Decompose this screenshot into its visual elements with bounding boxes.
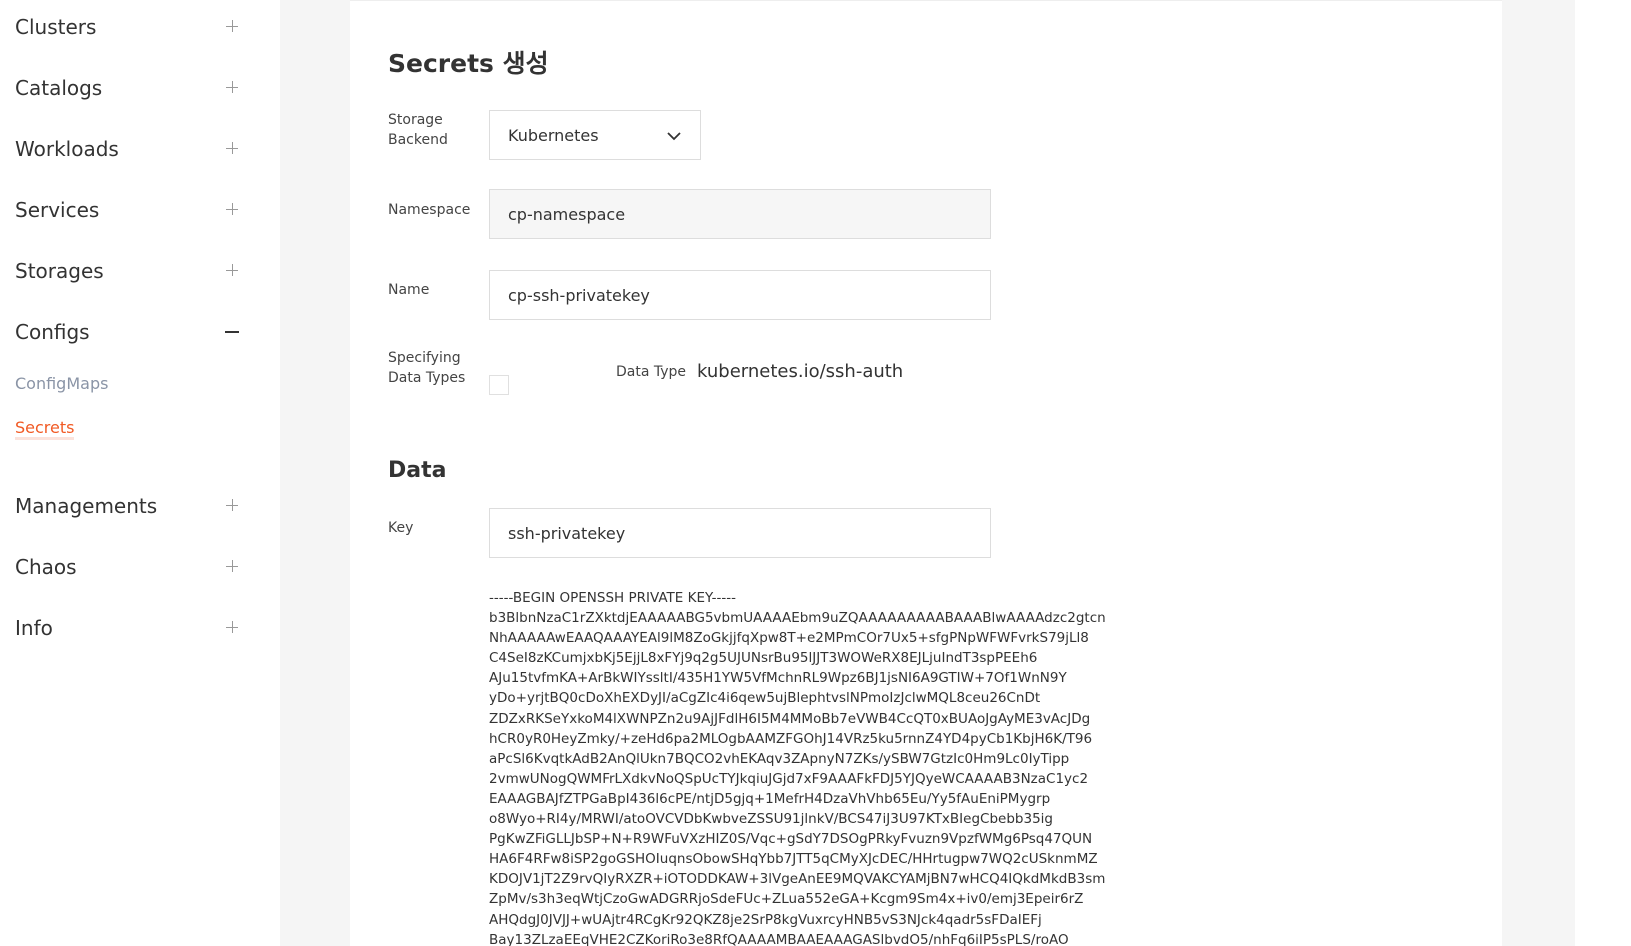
sidebar-item-label: Storages [15,259,104,283]
plus-icon[interactable] [224,263,240,279]
storage-backend-select[interactable]: Kubernetes [489,110,701,160]
specifying-label-line2: Data Types [388,370,466,386]
chevron-down-icon [666,126,682,145]
sidebar-subitem-configmaps[interactable]: ConfigMaps [15,374,108,393]
plus-icon[interactable] [224,620,240,636]
sidebar-item-label: Info [15,616,53,640]
sidebar-item-label: Managements [15,494,158,518]
minus-icon[interactable] [224,324,240,340]
sidebar-subitem-secrets[interactable]: Secrets [15,418,75,440]
data-type-value: kubernetes.io/ssh-auth [697,361,904,382]
name-field[interactable]: cp-ssh-privatekey [489,270,991,320]
secret-value-textarea[interactable]: -----BEGIN OPENSSH PRIVATE KEY----- b3Bl… [489,588,1129,946]
specifying-data-types-label: Specifying Data Types [388,348,465,388]
storage-backend-value: Kubernetes [508,125,599,145]
key-label: Key [388,520,414,536]
page-title: Secrets 생성 [388,49,549,78]
sidebar-item-storages[interactable]: Storages [15,251,245,291]
sidebar-item-services[interactable]: Services [15,190,245,230]
data-type-label: Data Type [616,364,687,380]
key-field[interactable]: ssh-privatekey [489,508,991,558]
namespace-field: cp-namespace [489,189,991,239]
sidebar-item-label: Services [15,198,100,222]
specifying-data-types-checkbox[interactable] [489,375,509,395]
sidebar-item-info[interactable]: Info [15,608,245,648]
sidebar-item-configs[interactable]: Configs [15,312,245,352]
plus-icon[interactable] [224,559,240,575]
sidebar-item-label: Workloads [15,137,119,161]
name-label: Name [388,282,430,298]
sidebar-item-label: Catalogs [15,76,103,100]
plus-icon[interactable] [224,498,240,514]
storage-backend-label: Storage Backend [388,110,448,150]
plus-icon[interactable] [224,19,240,35]
plus-icon[interactable] [224,202,240,218]
sidebar-item-workloads[interactable]: Workloads [15,129,245,169]
sidebar-item-label: Chaos [15,555,77,579]
namespace-label: Namespace [388,202,471,218]
specifying-label-line1: Specifying [388,350,461,366]
sidebar-item-chaos[interactable]: Chaos [15,547,245,587]
sidebar: Clusters Catalogs Workloads Services Sto… [0,0,280,946]
sidebar-item-managements[interactable]: Managements [15,486,245,526]
sidebar-item-clusters[interactable]: Clusters [15,7,245,47]
plus-icon[interactable] [224,141,240,157]
right-margin [1575,0,1631,946]
sidebar-item-label: Configs [15,320,90,344]
storage-backend-label-line1: Storage [388,112,443,128]
sidebar-item-catalogs[interactable]: Catalogs [15,68,245,108]
plus-icon[interactable] [224,80,240,96]
storage-backend-label-line2: Backend [388,132,448,148]
data-section-title: Data [388,458,447,483]
sidebar-item-label: Clusters [15,15,97,39]
